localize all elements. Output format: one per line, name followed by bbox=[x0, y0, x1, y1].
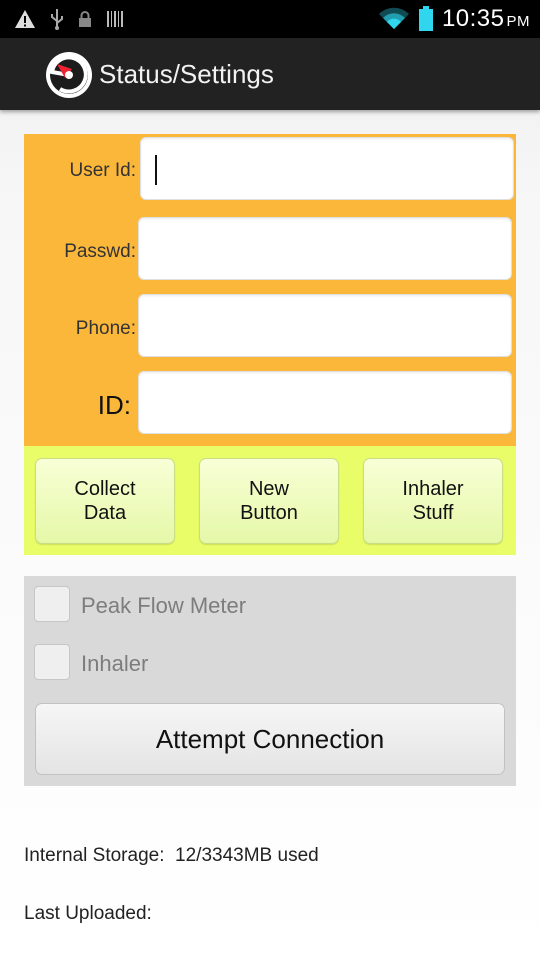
inhaler-stuff-button[interactable]: Inhaler Stuff bbox=[363, 458, 503, 544]
clock-time: 10:35 bbox=[441, 5, 505, 32]
device-panel: Peak Flow Meter Inhaler Attempt Connecti… bbox=[24, 576, 516, 786]
page-title: Status/Settings bbox=[99, 59, 274, 89]
clock-ampm: PM bbox=[506, 13, 530, 30]
password-label: Passwd: bbox=[64, 241, 136, 262]
id-field[interactable] bbox=[138, 371, 512, 434]
id-label: ID: bbox=[97, 390, 131, 420]
new-button[interactable]: New Button bbox=[199, 458, 339, 544]
peak-flow-checkbox[interactable] bbox=[34, 586, 70, 622]
storage-info: Internal Storage: 12/3343MB used bbox=[24, 845, 319, 867]
warning-icon bbox=[15, 10, 35, 28]
storage-value: 12/3343MB used bbox=[175, 845, 319, 866]
barcode-icon bbox=[107, 11, 123, 27]
gauge-app-icon[interactable] bbox=[44, 50, 94, 100]
status-bar: 10:35 PM bbox=[0, 0, 540, 38]
inhaler-label[interactable]: Inhaler bbox=[81, 651, 148, 677]
collect-data-button[interactable]: Collect Data bbox=[35, 458, 175, 544]
notification-icons bbox=[14, 7, 124, 31]
battery-icon bbox=[418, 6, 433, 31]
password-field[interactable] bbox=[138, 217, 512, 280]
action-button-panel: Collect Data New Button Inhaler Stuff bbox=[24, 446, 516, 555]
clock: 10:35 PM bbox=[442, 5, 530, 33]
login-panel: User Id: Passwd: Phone: ID: bbox=[24, 134, 516, 446]
attempt-connection-button[interactable]: Attempt Connection bbox=[35, 703, 505, 775]
phone-label: Phone: bbox=[75, 318, 136, 339]
storage-label: Internal Storage: bbox=[24, 845, 165, 866]
lock-icon bbox=[79, 11, 91, 27]
wifi-icon bbox=[378, 7, 409, 30]
user-id-label: User Id: bbox=[69, 160, 136, 181]
last-uploaded-label: Last Uploaded: bbox=[24, 903, 152, 924]
phone-field[interactable] bbox=[138, 294, 512, 357]
usb-icon bbox=[51, 9, 63, 30]
user-id-field[interactable] bbox=[140, 137, 514, 200]
text-cursor bbox=[155, 155, 157, 185]
peak-flow-label[interactable]: Peak Flow Meter bbox=[81, 593, 246, 619]
last-uploaded-info: Last Uploaded: bbox=[24, 903, 157, 925]
system-status: 10:35 PM bbox=[378, 4, 530, 34]
inhaler-checkbox[interactable] bbox=[34, 644, 70, 680]
action-bar: Status/Settings bbox=[0, 38, 540, 110]
